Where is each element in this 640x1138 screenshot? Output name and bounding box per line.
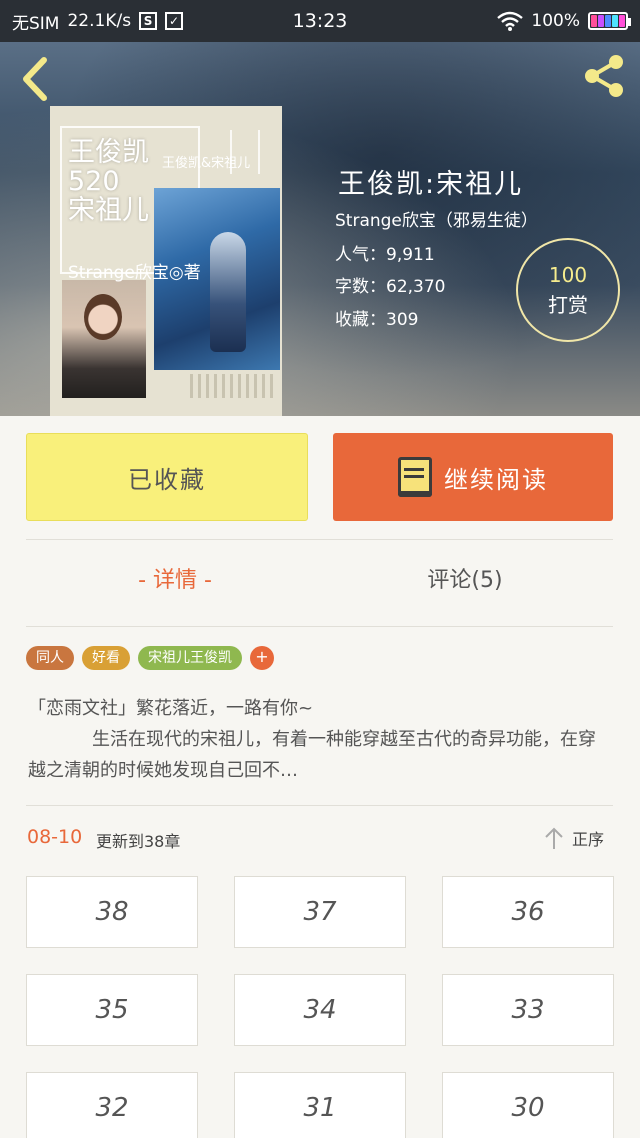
chapter-button[interactable]: 32 — [26, 1072, 198, 1138]
cover-author: Strange欣宝◎著 — [68, 263, 201, 283]
battery-percent: 100% — [531, 11, 580, 31]
description-text: 生活在现代的宋祖儿，有着一种能穿越至古代的奇异功能，在穿越之清朝的时候她发现自己… — [28, 729, 596, 781]
sort-label: 正序 — [572, 830, 605, 849]
book-cover[interactable]: 王俊凯 520 宋祖儿 王俊凯&宋祖儿 Strange欣宝◎著 — [50, 106, 282, 416]
arrow-up-icon — [545, 827, 563, 849]
reward-amount: 100 — [548, 262, 588, 287]
book-icon — [398, 457, 432, 497]
book-author[interactable]: Strange欣宝（邪易生徒） — [335, 206, 538, 231]
tag-item[interactable]: 同人 — [26, 646, 74, 670]
share-icon[interactable] — [580, 52, 628, 100]
word-count-stat: 字数：62,370 — [335, 277, 446, 297]
sim-status: 无SIM — [12, 13, 60, 34]
cover-subtitle: 王俊凯&宋祖儿 — [162, 156, 251, 171]
chapter-button[interactable]: 30 — [442, 1072, 614, 1138]
tab-detail[interactable]: - 详情 - — [110, 562, 240, 594]
book-title: 王俊凯:宋祖儿 — [338, 169, 524, 200]
description-line: 「恋雨文社」繁花落近，一路有你~ — [28, 698, 314, 719]
sort-toggle[interactable]: 正序 — [544, 826, 604, 850]
wifi-icon — [497, 11, 524, 31]
chapter-button[interactable]: 33 — [442, 974, 614, 1046]
favorites-stat: 收藏：309 — [335, 310, 419, 330]
collected-button[interactable]: 已收藏 — [26, 433, 308, 521]
continue-reading-button[interactable]: 继续阅读 — [333, 433, 613, 521]
tag-list: 同人 好看 宋祖儿王俊凯 + — [26, 646, 274, 670]
check-clipboard-icon: ✓ — [165, 12, 184, 30]
network-speed: 22.1K/s — [67, 11, 132, 31]
clock: 13:23 — [292, 10, 348, 32]
chapter-button[interactable]: 35 — [26, 974, 198, 1046]
s-app-icon: S — [139, 12, 158, 30]
chapter-button[interactable]: 36 — [442, 876, 614, 948]
status-bar: 无SIM 22.1K/s S ✓ 13:23 100% — [0, 0, 640, 42]
add-tag-button[interactable]: + — [250, 646, 274, 670]
update-text: 更新到38章 — [96, 832, 181, 851]
divider — [26, 805, 613, 806]
continue-reading-label: 继续阅读 — [444, 465, 548, 494]
chapter-grid: 38 37 36 35 34 33 32 31 30 — [26, 876, 614, 1138]
divider — [26, 626, 613, 627]
book-description[interactable]: 「恋雨文社」繁花落近，一路有你~ 生活在现代的宋祖儿，有着一种能穿越至古代的奇异… — [28, 693, 612, 786]
chapter-button[interactable]: 37 — [234, 876, 406, 948]
back-icon[interactable] — [16, 56, 56, 102]
popularity-stat: 人气：9,911 — [335, 245, 435, 265]
reward-button[interactable]: 100 打赏 — [516, 238, 620, 342]
battery-icon — [588, 12, 631, 30]
tag-item[interactable]: 好看 — [82, 646, 130, 670]
cover-barcode — [190, 374, 276, 398]
update-date: 08-10 — [27, 826, 83, 848]
divider — [26, 539, 613, 540]
chapter-button[interactable]: 38 — [26, 876, 198, 948]
cover-title: 王俊凯 520 宋祖儿 — [68, 137, 149, 226]
cover-photo-portrait — [62, 280, 146, 398]
chapter-button[interactable]: 31 — [234, 1072, 406, 1138]
tag-item[interactable]: 宋祖儿王俊凯 — [138, 646, 242, 670]
book-header: 王俊凯 520 宋祖儿 王俊凯&宋祖儿 Strange欣宝◎著 王俊凯:宋祖儿 … — [0, 42, 640, 416]
chapter-button[interactable]: 34 — [234, 974, 406, 1046]
reward-label: 打赏 — [548, 292, 588, 317]
tab-comments[interactable]: 评论(5) — [400, 562, 530, 594]
